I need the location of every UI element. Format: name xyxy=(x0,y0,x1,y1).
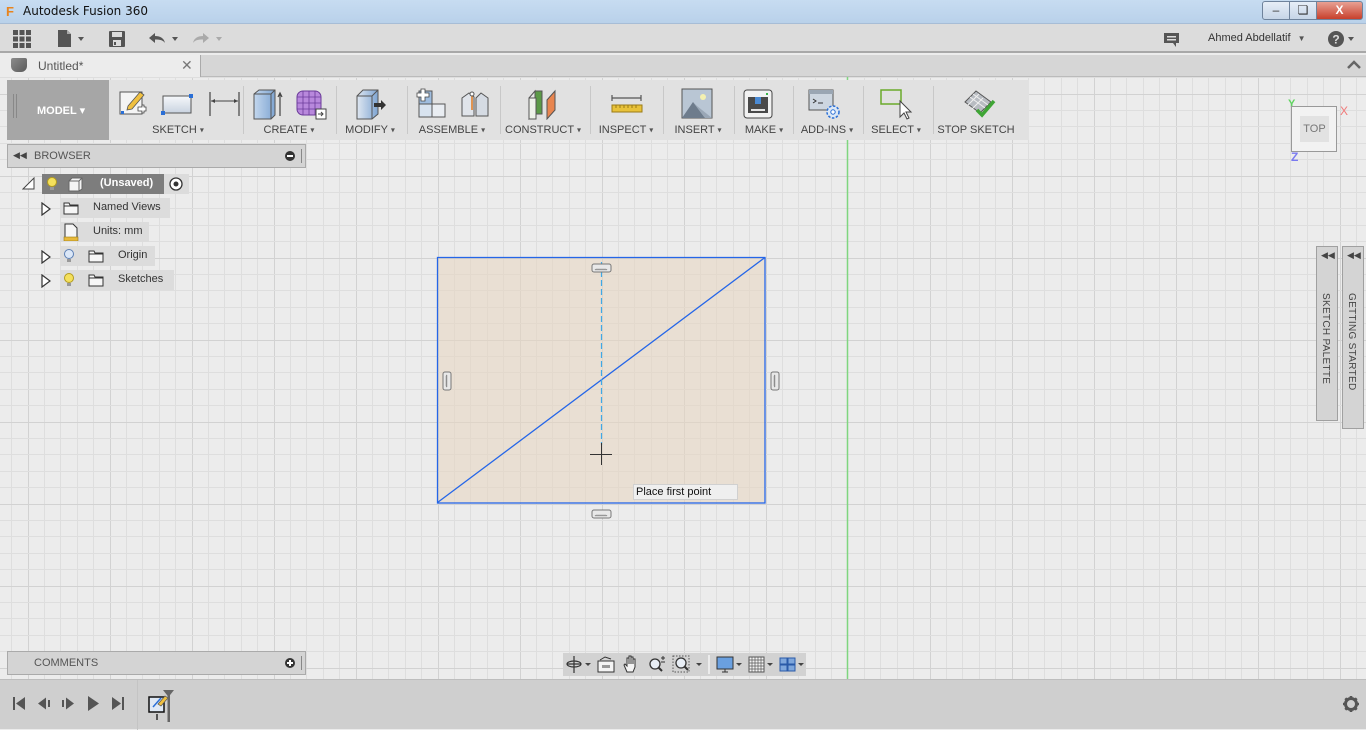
orbit-button[interactable] xyxy=(566,656,591,673)
first-icon xyxy=(13,697,25,710)
orbit-icon xyxy=(566,656,582,673)
comments-title: COMMENTS xyxy=(34,657,99,669)
play-icon xyxy=(88,696,99,711)
timeline-feature-sketch[interactable] xyxy=(146,690,176,724)
previous-icon xyxy=(38,697,50,710)
gear-icon xyxy=(1343,696,1359,712)
expand-panel-icon[interactable]: ◀◀ xyxy=(1347,250,1361,261)
timeline-bar xyxy=(0,679,1366,730)
grid-settings-icon xyxy=(748,656,765,673)
step-back-button[interactable] xyxy=(38,697,50,710)
sketch-overlay xyxy=(436,256,780,519)
play-button[interactable] xyxy=(88,696,99,711)
look-at-button[interactable] xyxy=(597,656,615,673)
getting-started-panel[interactable]: ◀◀ GETTING STARTED xyxy=(1342,246,1364,429)
fit-button[interactable] xyxy=(672,655,702,673)
viewcube-face-label: TOP xyxy=(1300,116,1329,142)
viewports-button[interactable] xyxy=(779,657,804,672)
comments-panel-header: COMMENTS xyxy=(7,651,306,675)
sketch-feature-icon xyxy=(148,695,169,720)
display-settings-button[interactable] xyxy=(716,656,742,673)
pan-icon xyxy=(623,655,636,673)
go-to-end-button[interactable] xyxy=(112,697,124,710)
sketch-palette-panel[interactable]: ◀◀ SKETCH PALETTE xyxy=(1316,246,1338,421)
viewports-icon xyxy=(779,657,796,672)
timeline-divider xyxy=(137,680,138,730)
panel-pin-handle[interactable] xyxy=(301,656,302,670)
zoom-button[interactable] xyxy=(649,656,665,672)
z-axis-label: Z xyxy=(1291,150,1299,164)
timeline-settings-button[interactable] xyxy=(1342,695,1360,713)
navigation-bar xyxy=(563,653,806,676)
grid-settings-button[interactable] xyxy=(748,656,773,673)
pan-button[interactable] xyxy=(623,655,636,673)
viewcube-top-face[interactable]: TOP xyxy=(1291,106,1337,152)
timeline-controls xyxy=(13,696,124,711)
getting-started-label: GETTING STARTED xyxy=(1346,293,1357,391)
zoom-icon xyxy=(649,656,665,672)
expand-panel-icon[interactable]: ◀◀ xyxy=(1321,250,1335,261)
sketch-prompt-tooltip: Place first point xyxy=(633,484,738,500)
last-icon xyxy=(112,697,124,710)
add-comment-icon[interactable] xyxy=(285,658,295,668)
play-icon-small xyxy=(62,697,74,710)
step-forward-button[interactable] xyxy=(62,697,74,710)
look-at-icon xyxy=(597,656,615,673)
display-settings-icon xyxy=(716,656,734,673)
fit-icon xyxy=(672,655,690,673)
go-to-start-button[interactable] xyxy=(13,697,25,710)
x-axis-label: X xyxy=(1340,104,1349,118)
sketch-palette-label: SKETCH PALETTE xyxy=(1320,293,1331,385)
